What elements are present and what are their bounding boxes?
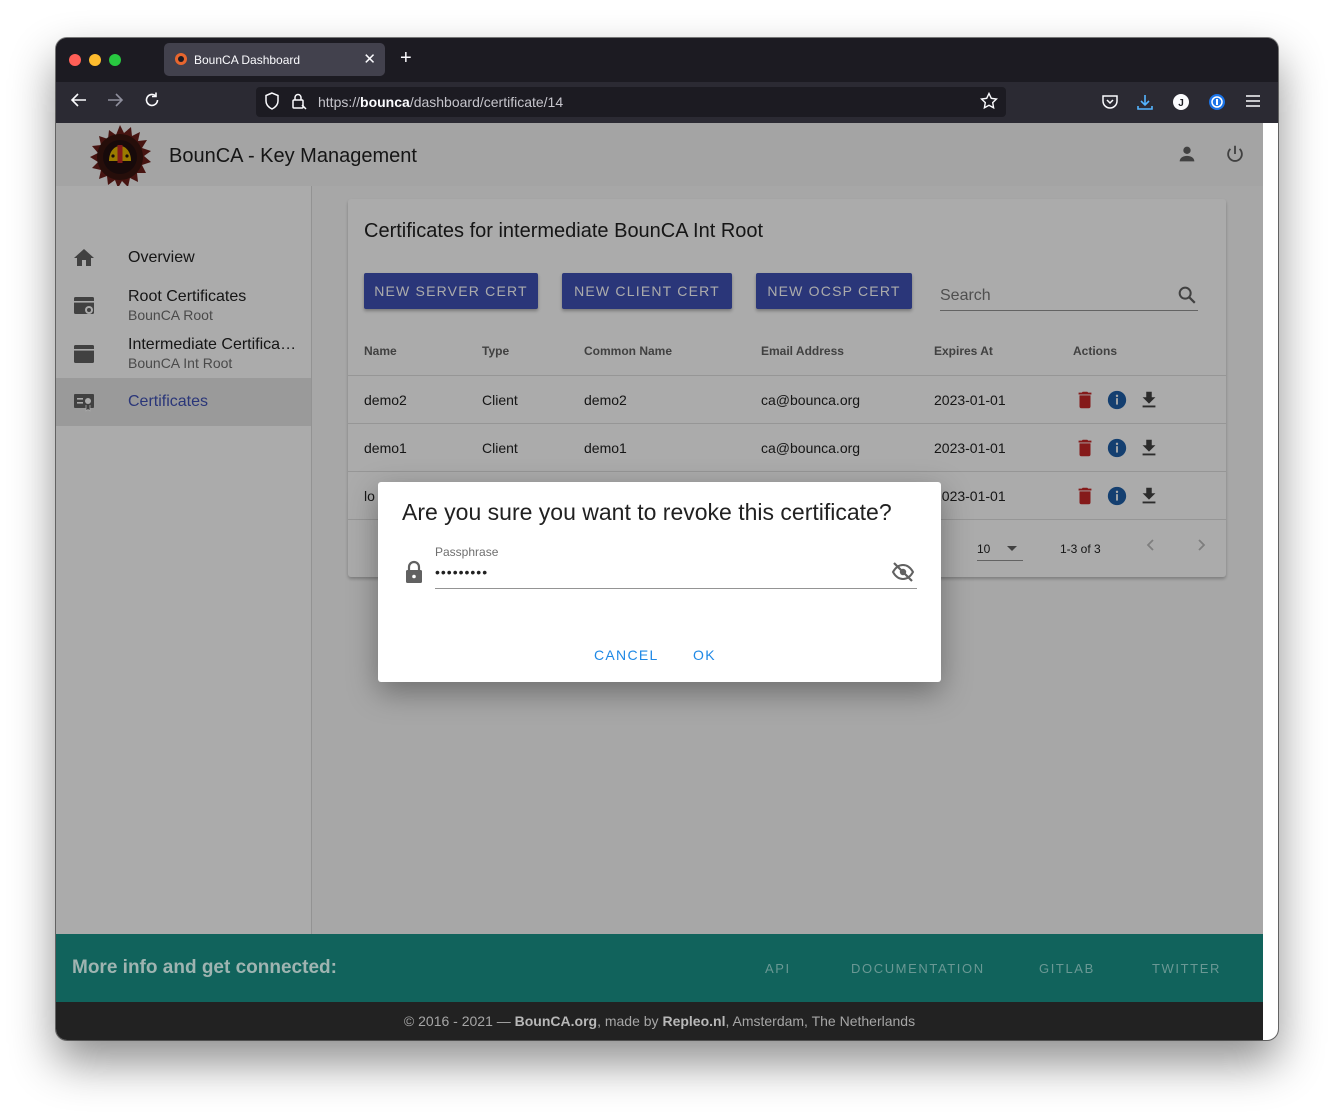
- copyright-maker-link[interactable]: Repleo.nl: [662, 1013, 725, 1029]
- visibility-off-icon[interactable]: [891, 560, 915, 589]
- footer-link-api[interactable]: API: [765, 961, 791, 976]
- close-window-button[interactable]: [69, 54, 81, 66]
- browser-window: BounCA Dashboard ✕ + https://bounca/dash…: [56, 38, 1278, 1040]
- tracking-shield-icon[interactable]: [264, 92, 280, 113]
- copyright-bar: © 2016 - 2021 — BounCA.org, made by Repl…: [56, 1002, 1263, 1040]
- passphrase-value: •••••••••: [435, 564, 489, 580]
- revoke-confirm-dialog: Are you sure you want to revoke this cer…: [378, 482, 941, 682]
- footer-link-documentation[interactable]: DOCUMENTATION: [851, 961, 985, 976]
- web-page: BounCA - Key Management Overview Root Ce…: [56, 123, 1263, 1040]
- account-j-icon[interactable]: J: [1172, 93, 1190, 116]
- site-footer: More info and get connected: API DOCUMEN…: [56, 934, 1263, 1002]
- browser-tab-title: BounCA Dashboard: [194, 53, 301, 67]
- address-bar[interactable]: https://bounca/dashboard/certificate/14: [256, 87, 1006, 117]
- reload-icon[interactable]: [143, 91, 161, 113]
- forward-arrow-icon[interactable]: [106, 91, 124, 113]
- password-manager-icon[interactable]: [1208, 93, 1226, 116]
- cancel-button[interactable]: CANCEL: [594, 647, 659, 663]
- passphrase-field[interactable]: •••••••••: [435, 562, 917, 589]
- footer-link-twitter[interactable]: TWITTER: [1152, 961, 1221, 976]
- browser-tab[interactable]: BounCA Dashboard ✕: [164, 43, 385, 76]
- close-tab-icon[interactable]: ✕: [363, 50, 376, 68]
- page-scrollbar[interactable]: [1263, 123, 1278, 1040]
- footer-heading: More info and get connected:: [72, 957, 337, 978]
- new-tab-icon[interactable]: +: [400, 48, 412, 68]
- copyright-mid: , made by: [597, 1013, 663, 1029]
- minimize-window-button[interactable]: [89, 54, 101, 66]
- footer-link-gitlab[interactable]: GITLAB: [1039, 961, 1095, 976]
- copyright-prefix: © 2016 - 2021 —: [403, 1013, 515, 1029]
- ok-button[interactable]: OK: [693, 647, 716, 663]
- bookmark-star-icon[interactable]: [979, 91, 999, 113]
- hamburger-menu-icon[interactable]: [1245, 93, 1261, 114]
- passphrase-label: Passphrase: [435, 545, 499, 559]
- copyright-suffix: , Amsterdam, The Netherlands: [725, 1013, 916, 1029]
- zoom-window-button[interactable]: [109, 54, 121, 66]
- browser-tab-bar: BounCA Dashboard ✕ +: [56, 38, 1278, 82]
- site-lock-icon[interactable]: [290, 92, 308, 113]
- url-text: https://bounca/dashboard/certificate/14: [318, 94, 564, 110]
- copyright-site-link[interactable]: BounCA.org: [515, 1013, 597, 1029]
- bounca-favicon-icon: [175, 53, 187, 65]
- dialog-title: Are you sure you want to revoke this cer…: [402, 499, 892, 525]
- lock-icon: [404, 560, 424, 589]
- back-arrow-icon[interactable]: [70, 91, 88, 113]
- downloads-icon[interactable]: [1136, 93, 1154, 116]
- pocket-icon[interactable]: [1101, 93, 1119, 116]
- svg-text:J: J: [1178, 98, 1184, 109]
- browser-nav-bar: https://bounca/dashboard/certificate/14 …: [56, 82, 1278, 123]
